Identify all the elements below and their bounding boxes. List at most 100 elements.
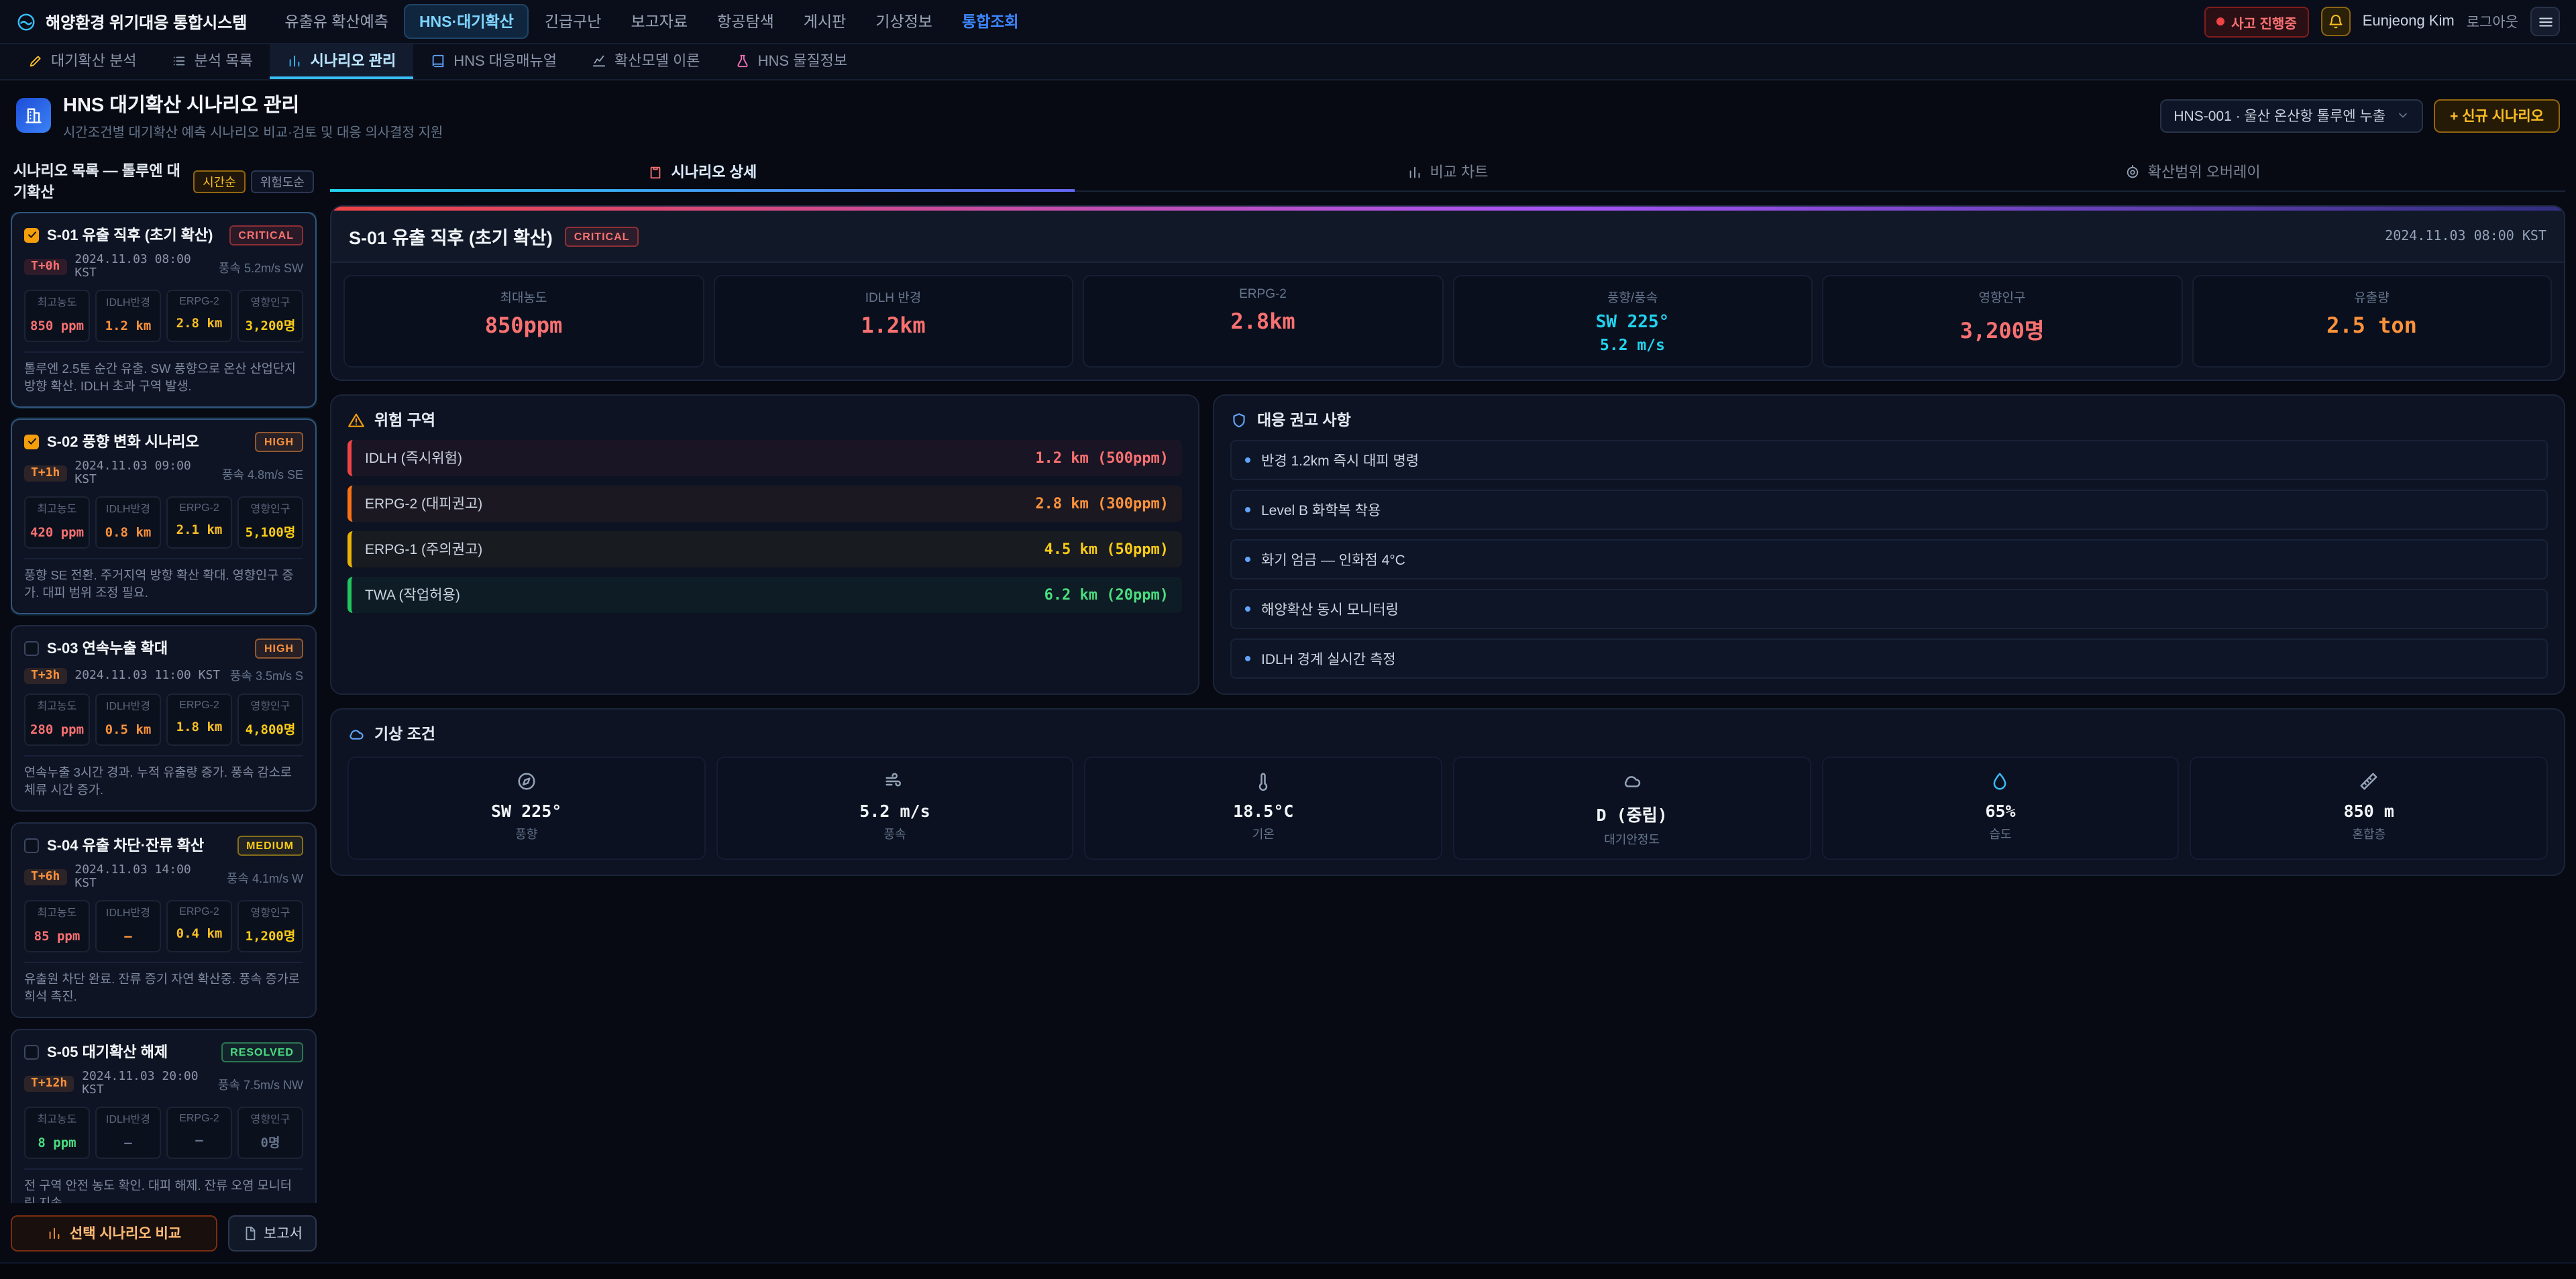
stat-label: ERPG-2 [170, 295, 228, 307]
tab-label: 시나리오 관리 [311, 50, 396, 71]
stat-concentration: 최고농도280 ppm [24, 693, 90, 746]
scenario-wind: 풍속 5.2m/s SW [219, 258, 303, 276]
zone-label: ERPG-1 (주의권고) [365, 539, 482, 559]
nav-item-hns[interactable]: HNS·대기확산 [405, 4, 529, 39]
tab-diffusion-model-theory[interactable]: 확산모델 이론 [574, 44, 718, 79]
report-button[interactable]: 보고서 [228, 1215, 317, 1251]
scenario-checkbox[interactable] [24, 227, 39, 242]
time-offset-chip: T+3h [24, 667, 66, 683]
detail-title: S-01 유출 직후 (초기 확산) [349, 223, 553, 249]
app-title: 해양환경 위기대응 통합시스템 [46, 10, 247, 33]
droplet-icon [1990, 772, 2010, 792]
weather-value: 850 m [2197, 801, 2541, 821]
compare-button-label: 선택 시나리오 비교 [70, 1223, 181, 1243]
scenario-card-top: S-01 유출 직후 (초기 확산) CRITICAL [24, 224, 303, 245]
nav-item-reports[interactable]: 보고자료 [617, 5, 701, 38]
sort-by-time-chip[interactable]: 시간순 [193, 170, 246, 192]
scenario-title: S-02 풍향 변화 시나리오 [47, 431, 247, 452]
tab-label: 확산모델 이론 [614, 50, 700, 71]
recommendation-item: 해양확산 동시 모니터링 [1230, 589, 2548, 629]
stat-label: 영향인구 [241, 905, 299, 920]
stat-concentration: 최고농도420 ppm [24, 496, 90, 549]
page-header-right: HNS-001 · 울산 온산항 톨루엔 누출 + 신규 시나리오 [2160, 99, 2560, 132]
nav-item-weather[interactable]: 기상정보 [862, 5, 946, 38]
scenario-list-header: 시나리오 목록 — 톨루엔 대기확산 시간순 위험도순 [11, 154, 317, 212]
recommendations-panel: 대응 권고 사항 반경 1.2km 즉시 대피 명령 Level B 화학복 착… [1213, 394, 2565, 695]
nav-item-integrated-search[interactable]: 통합조회 [949, 5, 1032, 38]
detail-stats-row: 최대농도 850ppm IDLH 반경 1.2km ERPG-2 2.8km 풍… [331, 263, 2564, 380]
menu-button[interactable] [2530, 7, 2560, 36]
scenario-checkbox[interactable] [24, 1044, 39, 1059]
logout-button[interactable]: 로그아웃 [2467, 11, 2518, 32]
scenario-timestamp: 2024.11.03 14:00 KST [74, 864, 218, 891]
stat-subvalue: 5.2 m/s [1459, 335, 1806, 354]
radar-icon [2125, 164, 2140, 179]
severity-badge: MEDIUM [237, 835, 303, 855]
stat-value: — [124, 930, 131, 944]
alert-dot-icon [2216, 17, 2224, 25]
scenario-card-s03[interactable]: S-03 연속누출 확대 HIGH T+3h 2024.11.03 11:00 … [11, 625, 317, 812]
scenario-detail-card: S-01 유출 직후 (초기 확산) CRITICAL 2024.11.03 0… [330, 205, 2565, 381]
nav-item-board[interactable]: 게시판 [790, 5, 860, 38]
notifications-button[interactable] [2321, 7, 2351, 36]
compare-scenarios-button[interactable]: 선택 시나리오 비교 [11, 1215, 217, 1251]
scenario-checkbox[interactable] [24, 838, 39, 852]
tab-analysis-list[interactable]: 분석 목록 [154, 44, 270, 79]
stat-value: 1.2 km [105, 319, 152, 334]
zone-label: TWA (작업허용) [365, 585, 460, 605]
stat-erpg2: ERPG-2 2.8km [1083, 275, 1443, 368]
scenario-title: S-03 연속누출 확대 [47, 637, 247, 659]
tab-scenario-management[interactable]: 시나리오 관리 [270, 44, 414, 79]
sidebar-actions: 선택 시나리오 비교 보고서 [11, 1203, 317, 1254]
scenario-checkbox[interactable] [24, 641, 39, 655]
tab-comparison-chart[interactable]: 비교 차트 [1075, 154, 1821, 190]
stat-value: SW 225° [1459, 313, 1806, 333]
tab-hns-substance-info[interactable]: HNS 물질정보 [718, 44, 865, 79]
incident-select-value: HNS-001 · 울산 온산항 톨루엔 누출 [2174, 105, 2385, 125]
nav-item-oil-spill[interactable]: 유출유 확산예측 [271, 5, 402, 38]
tab-label: HNS 대응매뉴얼 [453, 50, 557, 71]
stat-value: 0.5 km [105, 723, 152, 738]
stat-value: 1.8 km [176, 720, 223, 735]
stat-value: 2.8 km [176, 317, 223, 331]
scenario-wind: 풍속 4.1m/s W [227, 869, 303, 886]
new-scenario-button[interactable]: + 신규 시나리오 [2434, 99, 2560, 132]
tab-diffusion-overlay[interactable]: 확산범위 오버레이 [1820, 154, 2565, 190]
stat-value: 85 ppm [34, 930, 80, 944]
stat-population: 영향인구0명 [237, 1107, 303, 1159]
main-nav: 유출유 확산예측 HNS·대기확산 긴급구난 보고자료 항공탐색 게시판 기상정… [271, 4, 2180, 39]
warning-icon [347, 411, 365, 429]
scenario-timestamp: 2024.11.03 09:00 KST [74, 460, 213, 487]
page-subtitle: 시간조건별 대기확산 예측 시나리오 비교·검토 및 대응 의사결정 지원 [63, 121, 443, 141]
app-logo[interactable]: 해양환경 위기대응 통합시스템 [16, 10, 247, 33]
zone-value: 1.2 km (500ppm) [1035, 449, 1169, 467]
stat-label: 최고농도 [28, 295, 86, 310]
weather-label: 혼합층 [2197, 825, 2541, 842]
stat-label: 풍향/풍속 [1459, 287, 1806, 306]
scenario-meta: T+0h 2024.11.03 08:00 KST 풍속 5.2m/s SW [24, 254, 303, 280]
tab-scenario-detail[interactable]: 시나리오 상세 [330, 154, 1075, 190]
tab-analysis[interactable]: 대기확산 분석 [11, 44, 154, 79]
scenario-card-s01[interactable]: S-01 유출 직후 (초기 확산) CRITICAL T+0h 2024.11… [11, 212, 317, 408]
stat-label: ERPG-2 [170, 1112, 228, 1124]
danger-zones-panel: 위험 구역 IDLH (즉시위험) 1.2 km (500ppm) ERPG-2… [330, 394, 1199, 695]
scenario-card-s04[interactable]: S-04 유출 차단·잔류 확산 MEDIUM T+6h 2024.11.03 … [11, 822, 317, 1018]
scenario-checkbox[interactable] [24, 434, 39, 449]
incident-select[interactable]: HNS-001 · 울산 온산항 톨루엔 누출 [2160, 99, 2423, 132]
scenario-card-s05[interactable]: S-05 대기확산 해제 RESOLVED T+12h 2024.11.03 2… [11, 1029, 317, 1203]
tab-label: 분석 목록 [195, 50, 253, 71]
zone-value: 6.2 km (20ppm) [1044, 586, 1169, 604]
nav-item-aerial[interactable]: 항공탐색 [704, 5, 788, 38]
stat-label: 영향인구 [1829, 287, 2176, 306]
sort-controls: 시간순 위험도순 [193, 170, 314, 192]
scenario-sidebar: 시나리오 목록 — 톨루엔 대기확산 시간순 위험도순 S-01 유출 직후 (… [11, 154, 317, 1254]
stat-idlh: IDLH반경0.8 km [95, 496, 161, 549]
scenario-stats: 최고농도850 ppm IDLH반경1.2 km ERPG-22.8 km 영향… [24, 290, 303, 342]
scenario-card-s02[interactable]: S-02 풍향 변화 시나리오 HIGH T+1h 2024.11.03 09:… [11, 419, 317, 614]
scenario-stats: 최고농도280 ppm IDLH반경0.5 km ERPG-21.8 km 영향… [24, 693, 303, 746]
tab-hns-manual[interactable]: HNS 대응매뉴얼 [413, 44, 574, 79]
nav-item-rescue[interactable]: 긴급구난 [531, 5, 615, 38]
stat-value: 8 ppm [38, 1136, 76, 1151]
sort-by-risk-chip[interactable]: 위험도순 [251, 170, 314, 192]
tab-label: 시나리오 상세 [672, 161, 757, 182]
